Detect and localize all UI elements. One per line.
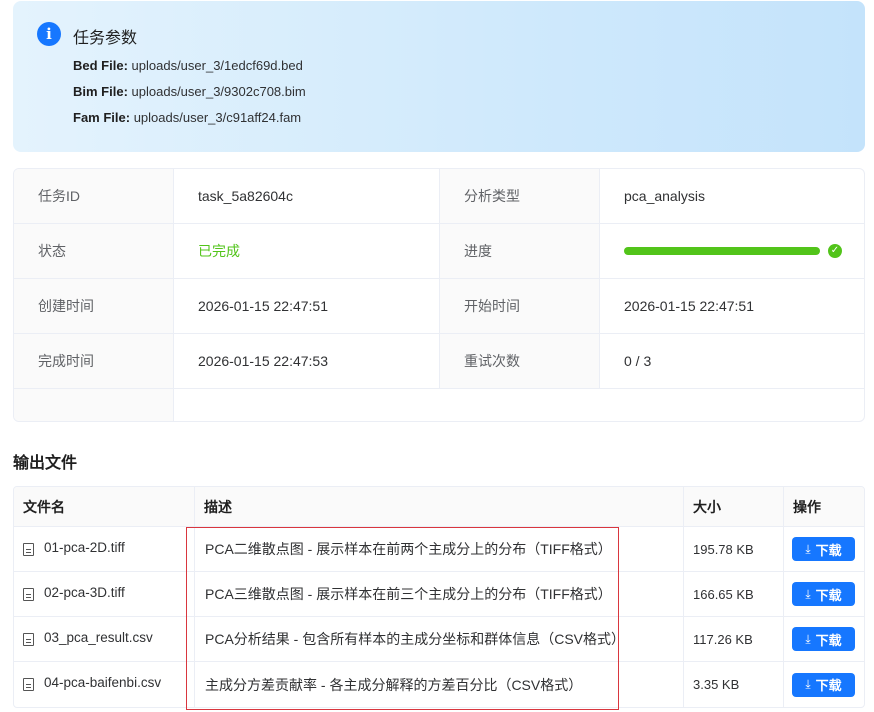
- param-key: Bim File:: [73, 84, 128, 99]
- table-row: 04-pca-baifenbi.csv 主成分方差贡献率 - 各主成分解释的方差…: [14, 662, 864, 707]
- file-icon: [23, 587, 34, 601]
- empty-value-cell: [173, 389, 864, 421]
- started-label: 开始时间: [439, 279, 599, 333]
- param-value: uploads/user_3/1edcf69d.bed: [131, 58, 303, 73]
- column-header-actions: 操作: [783, 487, 864, 526]
- task-params-title: 任务参数: [73, 30, 138, 47]
- download-button[interactable]: ⤓ 下载: [792, 627, 855, 651]
- status-label: 状态: [14, 224, 173, 278]
- empty-label-cell: [14, 389, 173, 421]
- download-label: 下载: [815, 632, 842, 648]
- column-header-filename: 文件名: [23, 498, 65, 515]
- column-header-size: 大小: [683, 487, 783, 526]
- download-label: 下载: [815, 678, 842, 693]
- download-label: 下载: [815, 542, 842, 558]
- task-params-alert: i 任务参数 Bed File: uploads/user_3/1edcf69d…: [13, 1, 865, 152]
- file-name: 01-pca-2D.tiff: [44, 539, 125, 555]
- details-row: 状态 已完成 进度 ✓: [14, 224, 864, 279]
- download-icon: ⤓: [805, 541, 811, 556]
- table-row: 01-pca-2D.tiff PCA二维散点图 - 展示样本在前两个主成分上的分…: [14, 527, 864, 572]
- table-row: 02-pca-3D.tiff PCA三维散点图 - 展示样本在前三个主成分上的分…: [14, 572, 864, 617]
- finished-label: 完成时间: [14, 334, 173, 388]
- param-key: Bed File:: [73, 58, 128, 73]
- check-circle-icon: ✓: [828, 244, 842, 258]
- file-icon: [23, 542, 34, 556]
- file-name-cell: 04-pca-baifenbi.csv: [14, 662, 194, 707]
- actions-cell: ⤓ 下载: [783, 572, 864, 616]
- output-files-title: 输出文件: [13, 455, 78, 472]
- download-button[interactable]: ⤓ 下载: [792, 537, 855, 561]
- table-header: 文件名 描述 大小 操作: [14, 487, 864, 527]
- file-name-cell: 03_pca_result.csv: [14, 617, 194, 661]
- details-row: 完成时间 2026-01-15 22:47:53 重试次数 0 / 3: [14, 334, 864, 389]
- created-value: 2026-01-15 22:47:51: [173, 279, 439, 333]
- param-fam-file: Fam File: uploads/user_3/c91aff24.fam: [73, 110, 301, 125]
- file-description: PCA三维散点图 - 展示样本在前三个主成分上的分布（TIFF格式）: [194, 572, 683, 616]
- file-name-cell: 02-pca-3D.tiff: [14, 572, 194, 616]
- actions-cell: ⤓ 下载: [783, 662, 864, 707]
- analysis-type-label: 分析类型: [439, 169, 599, 223]
- retries-value: 0 / 3: [599, 334, 864, 388]
- file-name: 02-pca-3D.tiff: [44, 584, 125, 600]
- details-row: 任务ID task_5a82604c 分析类型 pca_analysis: [14, 169, 864, 224]
- download-icon: ⤓: [805, 677, 811, 691]
- progress-bar: [624, 247, 820, 255]
- param-bim-file: Bim File: uploads/user_3/9302c708.bim: [73, 84, 306, 99]
- download-icon: ⤓: [805, 586, 811, 601]
- file-size: 117.26 KB: [683, 617, 783, 661]
- created-label: 创建时间: [14, 279, 173, 333]
- param-key: Fam File:: [73, 110, 131, 125]
- retries-label: 重试次数: [439, 334, 599, 388]
- output-files-table: 文件名 描述 大小 操作 01-pca-2D.tiff PCA二维散点图 - 展…: [13, 486, 865, 708]
- download-icon: ⤓: [805, 631, 811, 646]
- status-value: 已完成: [173, 224, 439, 278]
- task-details: 任务ID task_5a82604c 分析类型 pca_analysis 状态 …: [13, 168, 865, 422]
- download-button[interactable]: ⤓ 下载: [792, 672, 855, 697]
- file-size: 166.65 KB: [683, 572, 783, 616]
- download-label: 下载: [815, 587, 842, 603]
- analysis-type-value: pca_analysis: [599, 169, 864, 223]
- details-row-empty: [14, 389, 864, 421]
- file-icon: [23, 632, 34, 646]
- file-icon: [23, 678, 34, 691]
- details-row: 创建时间 2026-01-15 22:47:51 开始时间 2026-01-15…: [14, 279, 864, 334]
- download-button[interactable]: ⤓ 下载: [792, 582, 855, 606]
- started-value: 2026-01-15 22:47:51: [599, 279, 864, 333]
- actions-cell: ⤓ 下载: [783, 617, 864, 661]
- progress-cell: ✓: [599, 224, 864, 278]
- file-name-cell: 01-pca-2D.tiff: [14, 527, 194, 571]
- table-row: 03_pca_result.csv PCA分析结果 - 包含所有样本的主成分坐标…: [14, 617, 864, 662]
- param-value: uploads/user_3/9302c708.bim: [131, 84, 306, 99]
- file-description: PCA二维散点图 - 展示样本在前两个主成分上的分布（TIFF格式）: [194, 527, 683, 571]
- param-bed-file: Bed File: uploads/user_3/1edcf69d.bed: [73, 58, 303, 73]
- file-size: 195.78 KB: [683, 527, 783, 571]
- task-id-label: 任务ID: [14, 169, 173, 223]
- file-description: PCA分析结果 - 包含所有样本的主成分坐标和群体信息（CSV格式）: [194, 617, 683, 661]
- finished-value: 2026-01-15 22:47:53: [173, 334, 439, 388]
- file-name: 04-pca-baifenbi.csv: [44, 675, 162, 690]
- file-description: 主成分方差贡献率 - 各主成分解释的方差百分比（CSV格式）: [194, 662, 683, 707]
- param-value: uploads/user_3/c91aff24.fam: [133, 110, 302, 125]
- actions-cell: ⤓ 下载: [783, 527, 864, 571]
- file-size: 3.35 KB: [683, 662, 783, 707]
- column-header-description: 描述: [194, 487, 683, 526]
- file-name: 03_pca_result.csv: [44, 629, 153, 645]
- info-icon: i: [37, 22, 61, 46]
- progress-label: 进度: [439, 224, 599, 278]
- task-id-value: task_5a82604c: [173, 169, 439, 223]
